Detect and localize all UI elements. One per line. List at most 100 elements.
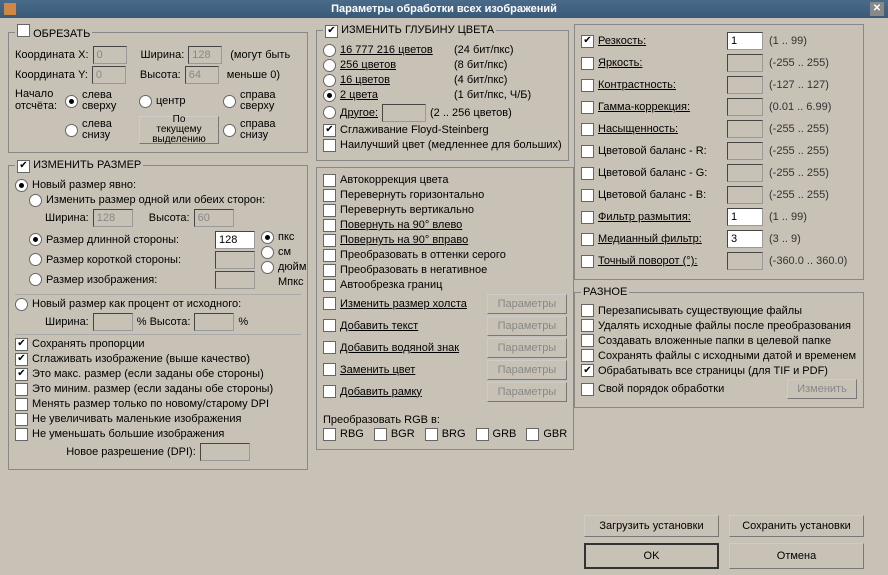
delete-checkbox[interactable]: [581, 319, 594, 332]
image-size-input[interactable]: [215, 271, 255, 289]
unit-px-radio[interactable]: [261, 231, 274, 244]
short-side-input[interactable]: [215, 251, 255, 269]
origin-bl-radio[interactable]: [65, 124, 78, 137]
contrast-input[interactable]: [727, 76, 763, 94]
watermark-params-button[interactable]: Параметры: [487, 338, 568, 358]
neg-checkbox[interactable]: [323, 264, 336, 277]
unit-inch-radio[interactable]: [261, 261, 274, 274]
coord-y-input[interactable]: [92, 66, 126, 84]
no-enlarge-checkbox[interactable]: [15, 413, 28, 426]
median-checkbox[interactable]: [581, 233, 594, 246]
r-height-input[interactable]: [194, 209, 234, 227]
load-settings-button[interactable]: Загрузить установки: [584, 515, 719, 537]
flipv-checkbox[interactable]: [323, 204, 336, 217]
balg-checkbox[interactable]: [581, 167, 594, 180]
current-selection-button[interactable]: По текущему выделению: [139, 116, 219, 144]
replace-color-params-button[interactable]: Параметры: [487, 360, 568, 380]
addframe-params-button[interactable]: Параметры: [487, 382, 568, 402]
change-button[interactable]: Изменить: [787, 379, 857, 399]
max-size-checkbox[interactable]: [15, 368, 28, 381]
crop-enable-checkbox[interactable]: [17, 24, 30, 37]
allpages-checkbox[interactable]: [581, 364, 594, 377]
balr-checkbox[interactable]: [581, 145, 594, 158]
floyd-checkbox[interactable]: [323, 124, 336, 137]
explicit-radio[interactable]: [15, 179, 28, 192]
rotate-checkbox[interactable]: [581, 255, 594, 268]
rotate-input[interactable]: [727, 252, 763, 270]
other-radio[interactable]: [323, 106, 336, 119]
brg-checkbox[interactable]: [425, 428, 438, 441]
keepdate-checkbox[interactable]: [581, 349, 594, 362]
origin-tc-radio[interactable]: [139, 95, 152, 108]
customorder-checkbox[interactable]: [581, 383, 594, 396]
c8-radio[interactable]: [323, 59, 336, 72]
cancel-button[interactable]: Отмена: [729, 543, 864, 569]
no-shrink-checkbox[interactable]: [15, 428, 28, 441]
close-icon[interactable]: ✕: [870, 2, 884, 16]
smooth-checkbox[interactable]: [15, 353, 28, 366]
sharp-checkbox[interactable]: [581, 35, 594, 48]
autocolor-checkbox[interactable]: [323, 174, 336, 187]
blur-input[interactable]: [727, 208, 763, 226]
gamma-checkbox[interactable]: [581, 101, 594, 114]
long-side-input[interactable]: [215, 231, 255, 249]
addframe-checkbox[interactable]: [323, 385, 336, 398]
median-input[interactable]: [727, 230, 763, 248]
dpi-input[interactable]: [200, 443, 250, 461]
replace-color-checkbox[interactable]: [323, 363, 336, 376]
canvas-params-button[interactable]: Параметры: [487, 294, 568, 314]
r-width-input[interactable]: [93, 209, 133, 227]
percent-radio[interactable]: [15, 298, 28, 311]
subfolders-checkbox[interactable]: [581, 334, 594, 347]
c1-radio[interactable]: [323, 89, 336, 102]
rotr-checkbox[interactable]: [323, 234, 336, 247]
watermark-checkbox[interactable]: [323, 341, 336, 354]
depth-enable-checkbox[interactable]: [325, 25, 338, 38]
short-side-radio[interactable]: [29, 253, 42, 266]
unit-cm-radio[interactable]: [261, 246, 274, 259]
gamma-input[interactable]: [727, 98, 763, 116]
origin-tl-radio[interactable]: [65, 95, 78, 108]
c4-radio[interactable]: [323, 74, 336, 87]
crop-width-input[interactable]: [188, 46, 222, 64]
fliph-checkbox[interactable]: [323, 189, 336, 202]
blur-checkbox[interactable]: [581, 211, 594, 224]
contrast-checkbox[interactable]: [581, 79, 594, 92]
gbr-checkbox[interactable]: [526, 428, 539, 441]
balb-checkbox[interactable]: [581, 189, 594, 202]
bgr-checkbox[interactable]: [374, 428, 387, 441]
origin-tr-radio[interactable]: [223, 95, 236, 108]
bright-checkbox[interactable]: [581, 57, 594, 70]
image-size-radio[interactable]: [29, 273, 42, 286]
p-width-input[interactable]: [93, 313, 133, 331]
rotl-checkbox[interactable]: [323, 219, 336, 232]
dpi-only-checkbox[interactable]: [15, 398, 28, 411]
autocrop-checkbox[interactable]: [323, 279, 336, 292]
bright-input[interactable]: [727, 54, 763, 72]
sharp-input[interactable]: [727, 32, 763, 50]
overwrite-checkbox[interactable]: [581, 304, 594, 317]
origin-br-radio[interactable]: [223, 124, 236, 137]
resize-enable-checkbox[interactable]: [17, 160, 30, 173]
sat-checkbox[interactable]: [581, 123, 594, 136]
long-side-radio[interactable]: [29, 233, 42, 246]
save-settings-button[interactable]: Сохранить установки: [729, 515, 864, 537]
rbg-checkbox[interactable]: [323, 428, 336, 441]
sat-input[interactable]: [727, 120, 763, 138]
canvas-checkbox[interactable]: [323, 297, 336, 310]
one-or-both-radio[interactable]: [29, 194, 42, 207]
grb-checkbox[interactable]: [476, 428, 489, 441]
addtext-params-button[interactable]: Параметры: [487, 316, 568, 336]
keep-props-checkbox[interactable]: [15, 338, 28, 351]
balg-input[interactable]: [727, 164, 763, 182]
best-checkbox[interactable]: [323, 139, 336, 152]
addtext-checkbox[interactable]: [323, 319, 336, 332]
ok-button[interactable]: OK: [584, 543, 719, 569]
balb-input[interactable]: [727, 186, 763, 204]
c24-radio[interactable]: [323, 44, 336, 57]
crop-height-input[interactable]: [185, 66, 219, 84]
other-input[interactable]: [382, 104, 426, 122]
gray-checkbox[interactable]: [323, 249, 336, 262]
balr-input[interactable]: [727, 142, 763, 160]
min-size-checkbox[interactable]: [15, 383, 28, 396]
